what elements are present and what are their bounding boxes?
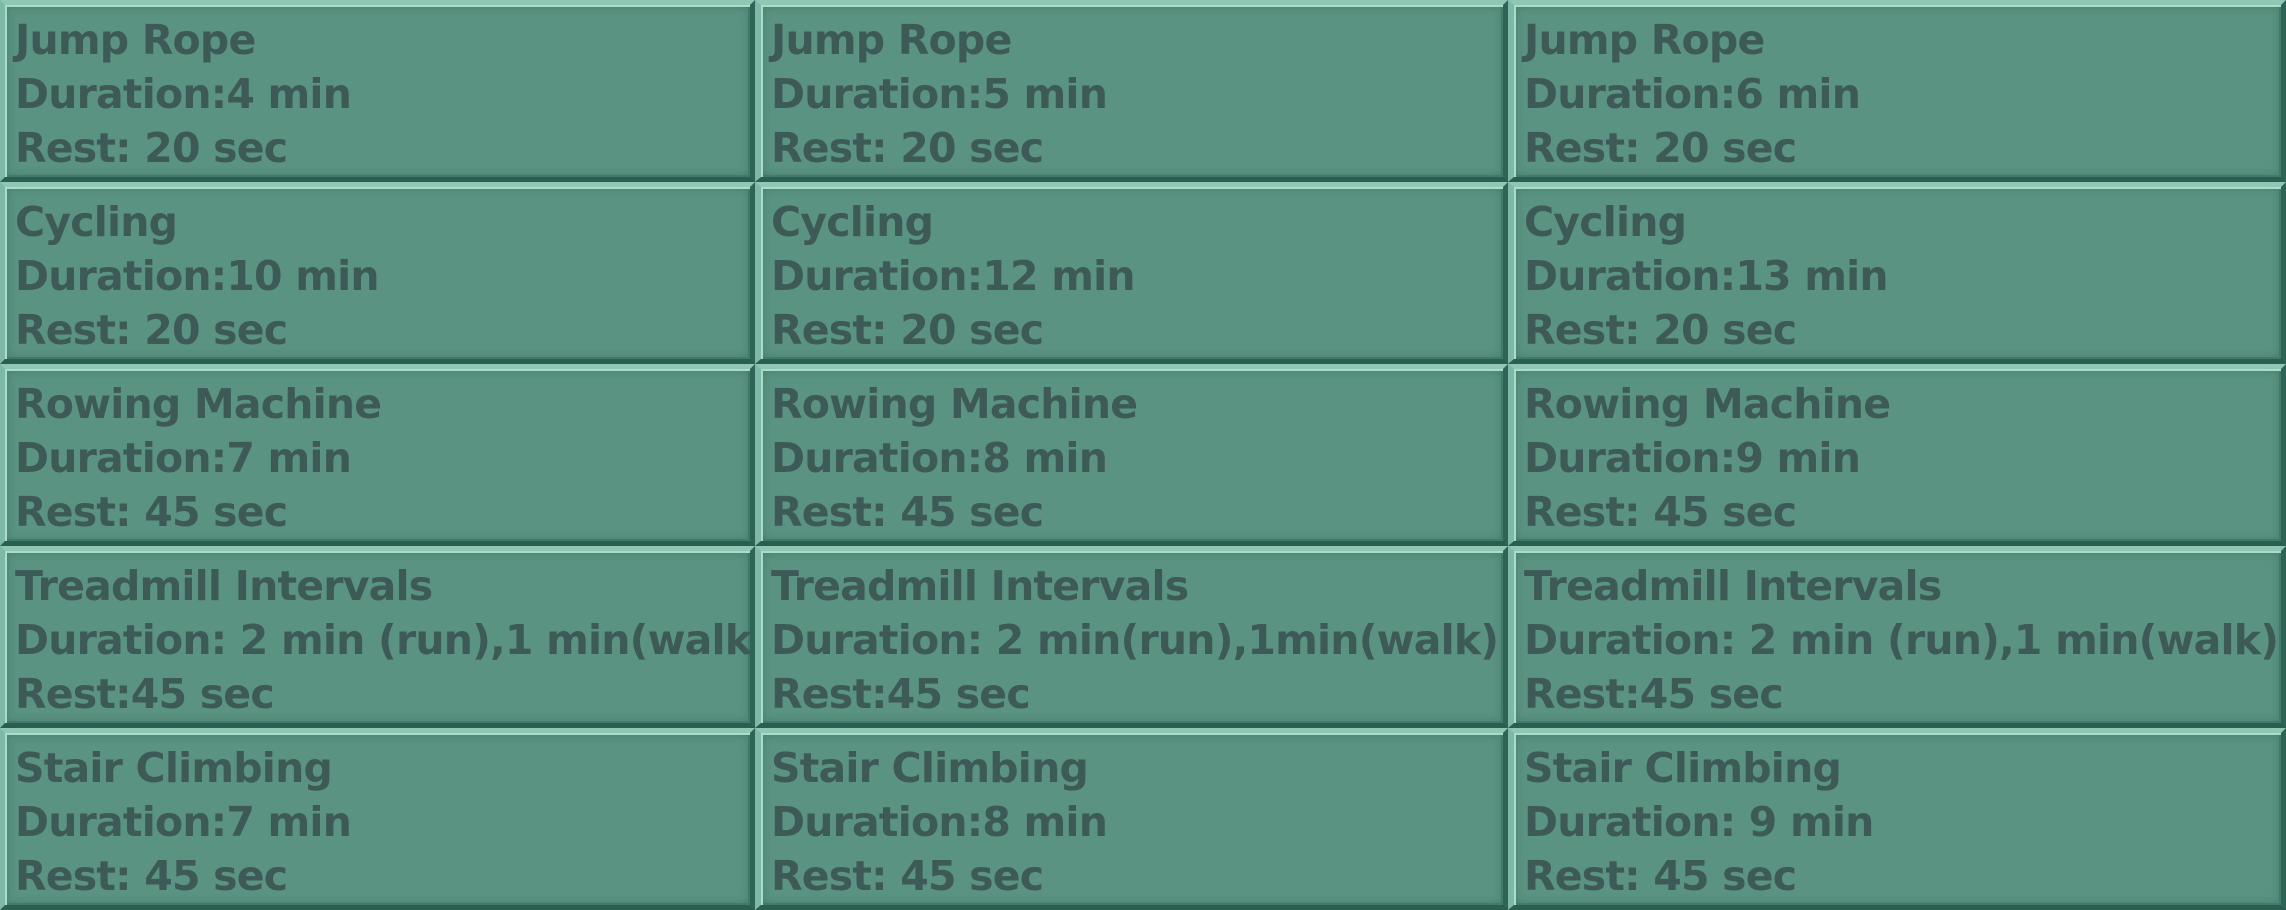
exercise-rest: Rest: 20 sec	[1524, 306, 1797, 354]
exercise-name: Treadmill Intervals	[15, 562, 433, 610]
exercise-duration: Duration:12 min	[771, 252, 1136, 300]
exercise-duration: Duration: 2 min(run),1min(walk)	[771, 616, 1499, 664]
exercise-cell[interactable]: Rowing Machine Duration:9 min Rest: 45 s…	[1508, 364, 2286, 546]
exercise-name: Stair Climbing	[15, 744, 333, 792]
exercise-name: Stair Climbing	[771, 744, 1089, 792]
exercise-duration: Duration: 9 min	[1524, 798, 1874, 846]
exercise-rest: Rest: 20 sec	[15, 124, 288, 172]
exercise-cell[interactable]: Jump Rope Duration:5 min Rest: 20 sec	[755, 0, 1508, 182]
exercise-rest: Rest: 45 sec	[771, 488, 1044, 536]
exercise-cell[interactable]: Cycling Duration:13 min Rest: 20 sec	[1508, 182, 2286, 364]
workout-schedule-grid: Jump Rope Duration:4 min Rest: 20 sec Ju…	[0, 0, 2286, 910]
exercise-cell[interactable]: Treadmill Intervals Duration: 2 min (run…	[1508, 546, 2286, 728]
exercise-cell[interactable]: Treadmill Intervals Duration: 2 min(run)…	[755, 546, 1508, 728]
exercise-duration: Duration:7 min	[15, 434, 352, 482]
exercise-name: Cycling	[771, 198, 934, 246]
exercise-cell[interactable]: Cycling Duration:12 min Rest: 20 sec	[755, 182, 1508, 364]
exercise-name: Jump Rope	[1524, 16, 1765, 64]
exercise-cell[interactable]: Jump Rope Duration:4 min Rest: 20 sec	[0, 0, 755, 182]
exercise-cell[interactable]: Rowing Machine Duration:8 min Rest: 45 s…	[755, 364, 1508, 546]
exercise-name: Stair Climbing	[1524, 744, 1842, 792]
exercise-duration: Duration:9 min	[1524, 434, 1861, 482]
exercise-rest: Rest: 45 sec	[15, 488, 288, 536]
exercise-rest: Rest: 20 sec	[771, 306, 1044, 354]
exercise-rest: Rest: 20 sec	[15, 306, 288, 354]
exercise-rest: Rest: 20 sec	[1524, 124, 1797, 172]
exercise-duration: Duration:4 min	[15, 70, 352, 118]
exercise-cell[interactable]: Stair Climbing Duration:8 min Rest: 45 s…	[755, 728, 1508, 910]
exercise-rest: Rest: 45 sec	[1524, 852, 1797, 900]
exercise-duration: Duration:13 min	[1524, 252, 1889, 300]
exercise-duration: Duration:8 min	[771, 798, 1108, 846]
exercise-rest: Rest: 20 sec	[771, 124, 1044, 172]
exercise-rest: Rest:45 sec	[1524, 670, 1784, 718]
exercise-duration: Duration: 2 min (run),1 min(walk)	[1524, 616, 2279, 664]
exercise-duration: Duration: 2 min (run),1 min(walk)	[15, 616, 755, 664]
exercise-duration: Duration:10 min	[15, 252, 380, 300]
exercise-name: Treadmill Intervals	[1524, 562, 1942, 610]
exercise-duration: Duration:8 min	[771, 434, 1108, 482]
exercise-duration: Duration:6 min	[1524, 70, 1861, 118]
exercise-cell[interactable]: Stair Climbing Duration:7 min Rest: 45 s…	[0, 728, 755, 910]
exercise-name: Cycling	[15, 198, 178, 246]
exercise-name: Treadmill Intervals	[771, 562, 1189, 610]
exercise-cell[interactable]: Stair Climbing Duration: 9 min Rest: 45 …	[1508, 728, 2286, 910]
exercise-name: Rowing Machine	[15, 380, 382, 428]
exercise-name: Cycling	[1524, 198, 1687, 246]
exercise-duration: Duration:5 min	[771, 70, 1108, 118]
exercise-rest: Rest: 45 sec	[771, 852, 1044, 900]
exercise-duration: Duration:7 min	[15, 798, 352, 846]
exercise-rest: Rest:45 sec	[771, 670, 1031, 718]
exercise-name: Jump Rope	[15, 16, 256, 64]
exercise-rest: Rest: 45 sec	[1524, 488, 1797, 536]
exercise-cell[interactable]: Cycling Duration:10 min Rest: 20 sec	[0, 182, 755, 364]
exercise-rest: Rest: 45 sec	[15, 852, 288, 900]
exercise-cell[interactable]: Treadmill Intervals Duration: 2 min (run…	[0, 546, 755, 728]
exercise-name: Rowing Machine	[771, 380, 1138, 428]
exercise-cell[interactable]: Jump Rope Duration:6 min Rest: 20 sec	[1508, 0, 2286, 182]
exercise-name: Rowing Machine	[1524, 380, 1891, 428]
exercise-cell[interactable]: Rowing Machine Duration:7 min Rest: 45 s…	[0, 364, 755, 546]
exercise-rest: Rest:45 sec	[15, 670, 275, 718]
exercise-name: Jump Rope	[771, 16, 1012, 64]
